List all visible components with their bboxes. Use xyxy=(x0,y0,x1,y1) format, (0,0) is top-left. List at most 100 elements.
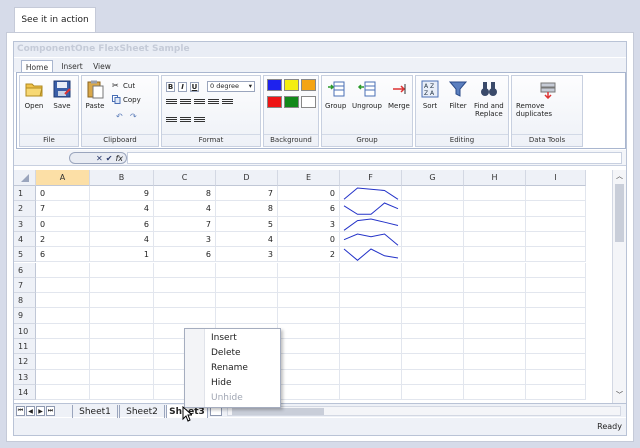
row-header[interactable]: 9 xyxy=(14,308,36,324)
grid-cell[interactable] xyxy=(402,277,464,294)
color-swatch-blue[interactable] xyxy=(267,79,282,91)
ungroup-button[interactable]: Ungroup xyxy=(352,79,382,110)
grid-cell[interactable] xyxy=(278,354,340,370)
group-button[interactable]: Group xyxy=(325,79,346,110)
row-header[interactable]: 2 xyxy=(14,201,36,217)
grid-cell[interactable]: 6 xyxy=(154,247,216,263)
grid-cell[interactable] xyxy=(90,384,154,401)
grid-cell[interactable] xyxy=(402,308,464,324)
grid-cell[interactable] xyxy=(402,384,464,401)
column-header-c[interactable]: C xyxy=(154,170,216,186)
grid-cell[interactable] xyxy=(278,277,340,294)
open-button[interactable]: Open xyxy=(24,79,44,110)
grid-cell[interactable]: 9 xyxy=(90,186,154,202)
bold-button[interactable]: B xyxy=(166,82,175,92)
column-header-g[interactable]: G xyxy=(402,170,464,186)
color-swatch-red[interactable] xyxy=(267,96,282,108)
grid-cell[interactable] xyxy=(340,323,402,339)
align-right-icon[interactable] xyxy=(194,99,205,107)
grid-cell[interactable] xyxy=(464,339,526,355)
grid-cell[interactable] xyxy=(464,186,526,202)
vertical-scroll-thumb[interactable] xyxy=(615,184,624,242)
column-header-b[interactable]: B xyxy=(90,170,154,186)
grid-cell[interactable] xyxy=(90,277,154,294)
row-header[interactable]: 13 xyxy=(14,369,36,385)
grid-cell[interactable] xyxy=(278,369,340,385)
grid-cell[interactable] xyxy=(402,354,464,370)
grid-cell[interactable]: 0 xyxy=(36,216,90,232)
grid-cell[interactable] xyxy=(36,262,90,278)
align-left-icon[interactable] xyxy=(166,99,177,107)
grid-cell[interactable] xyxy=(402,231,464,248)
grid-cell[interactable] xyxy=(402,216,464,232)
row-header[interactable]: 6 xyxy=(14,262,36,278)
indent-increase-icon[interactable] xyxy=(222,99,233,107)
grid-cell[interactable] xyxy=(340,339,402,355)
scroll-down-icon[interactable]: ﹀ xyxy=(616,390,623,400)
redo-button[interactable]: ↷ xyxy=(130,112,141,121)
grid-cell[interactable]: 2 xyxy=(36,231,90,248)
grid-cell[interactable] xyxy=(278,262,340,278)
row-header[interactable]: 11 xyxy=(14,339,36,355)
grid-cell[interactable]: 4 xyxy=(216,231,278,248)
sort-button[interactable]: A ZZ A Sort xyxy=(420,79,440,110)
grid-cell[interactable] xyxy=(526,308,586,324)
context-rename[interactable]: Rename xyxy=(211,363,248,373)
row-header[interactable]: 5 xyxy=(14,247,36,263)
grid-cell[interactable] xyxy=(36,384,90,401)
column-header-i[interactable]: I xyxy=(526,170,586,186)
grid-cell[interactable] xyxy=(154,293,216,309)
save-button[interactable]: Save xyxy=(52,79,72,110)
grid-cell[interactable] xyxy=(402,323,464,339)
grid-cell[interactable] xyxy=(526,247,586,263)
fx-icon[interactable]: fx xyxy=(115,154,123,163)
grid-cell[interactable] xyxy=(36,293,90,309)
grid-cell[interactable] xyxy=(278,323,340,339)
color-swatch-white[interactable] xyxy=(301,96,316,108)
row-header[interactable]: 12 xyxy=(14,354,36,370)
sheet-tab-2[interactable]: Sheet2 xyxy=(119,405,165,418)
grid-cell[interactable]: 0 xyxy=(278,231,340,248)
grid-cell[interactable] xyxy=(154,308,216,324)
select-all-corner[interactable] xyxy=(14,170,36,186)
color-swatch-orange[interactable] xyxy=(301,79,316,91)
column-header-h[interactable]: H xyxy=(464,170,526,186)
grid-cell[interactable] xyxy=(90,262,154,278)
grid-cell[interactable]: 7 xyxy=(154,216,216,232)
valign-top-icon[interactable] xyxy=(166,117,177,125)
grid-cell[interactable] xyxy=(464,247,526,263)
context-insert[interactable]: Insert xyxy=(211,333,237,343)
grid-cell[interactable] xyxy=(464,231,526,248)
horizontal-scrollbar[interactable] xyxy=(227,406,621,416)
row-header[interactable]: 14 xyxy=(14,384,36,401)
grid-cell[interactable] xyxy=(340,369,402,385)
grid-cell[interactable]: 7 xyxy=(216,186,278,202)
grid-cell[interactable] xyxy=(526,354,586,370)
column-header-d[interactable]: D xyxy=(216,170,278,186)
grid-cell[interactable]: 0 xyxy=(278,186,340,202)
merge-button[interactable]: Merge xyxy=(388,79,410,110)
remove-duplicates-button[interactable]: Remove duplicates xyxy=(516,79,580,118)
grid-cell[interactable] xyxy=(36,308,90,324)
grid-cell[interactable] xyxy=(278,293,340,309)
grid-cell[interactable] xyxy=(90,354,154,370)
grid-cell[interactable]: 3 xyxy=(216,247,278,263)
grid-cell[interactable] xyxy=(340,262,402,278)
grid-cell[interactable] xyxy=(526,186,586,202)
grid-cell[interactable] xyxy=(402,339,464,355)
grid-cell[interactable] xyxy=(340,384,402,401)
grid-cell[interactable] xyxy=(526,201,586,217)
grid-cell[interactable]: 7 xyxy=(36,201,90,217)
indent-decrease-icon[interactable] xyxy=(208,99,219,107)
grid-cell[interactable] xyxy=(526,369,586,385)
grid-cell[interactable] xyxy=(340,293,402,309)
context-delete[interactable]: Delete xyxy=(211,348,241,358)
grid-cell[interactable] xyxy=(90,308,154,324)
prev-sheet-icon[interactable]: ◀ xyxy=(26,406,35,416)
grid-cell[interactable] xyxy=(340,354,402,370)
align-center-icon[interactable] xyxy=(180,99,191,107)
row-header[interactable]: 4 xyxy=(14,231,36,248)
grid-cell[interactable] xyxy=(402,201,464,217)
grid-cell[interactable]: 3 xyxy=(278,216,340,232)
grid-cell[interactable]: 6 xyxy=(90,216,154,232)
